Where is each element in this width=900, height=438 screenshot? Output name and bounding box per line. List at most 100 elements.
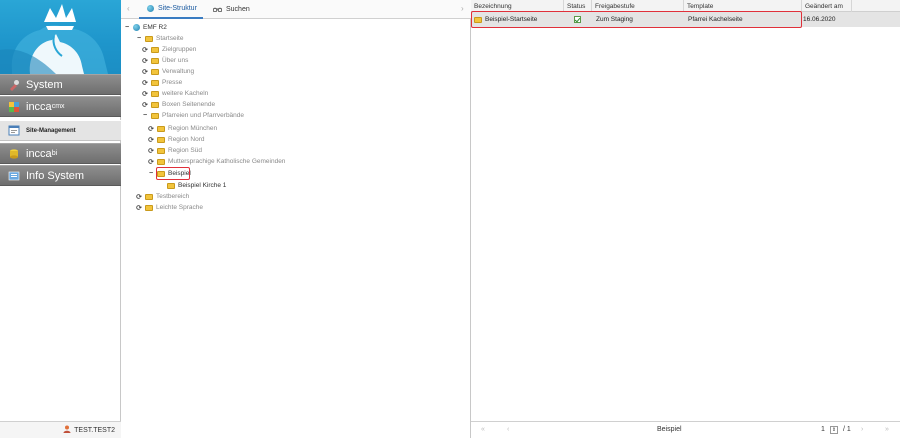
binoculars-icon [212,6,223,14]
pagination-bar: « ‹ Beispiel 1 ⇕ / 1 › » [471,421,900,438]
tree-node-label: Zielgruppen [162,46,197,53]
refresh-icon[interactable]: ⟳ [141,46,149,54]
user-bar[interactable]: TEST.TEST2 [0,421,121,438]
tree-node[interactable]: ⟳ Boxen Seitenende [141,99,215,110]
bi-icon [8,148,20,160]
refresh-icon[interactable]: ⟳ [141,90,149,98]
sidebar-item-label: Site-Management [26,127,76,134]
cell-geaendert: 16.06.2020 [803,16,836,23]
collapse-icon[interactable]: − [123,24,131,31]
refresh-icon[interactable]: ⟳ [141,101,149,109]
tree-node[interactable]: ⟳ Region München [147,123,217,134]
refresh-icon[interactable]: ⟳ [147,158,155,166]
tab-site-struktur[interactable]: Site-Struktur [139,0,203,19]
tree-node-label: Startseite [156,35,184,42]
page-number: 1 [821,426,825,433]
site-management-icon [8,125,20,137]
tree-node[interactable]: ⟳ Region Süd [147,145,202,156]
first-page-button[interactable]: « [481,426,485,433]
sidebar-item-incca-bi[interactable]: incca bi [0,143,121,164]
sidebar-item-system[interactable]: System [0,74,121,95]
page-total: / 1 [843,426,851,433]
logo [0,0,121,74]
tree-node[interactable]: Beispiel Kirche 1 [165,180,226,191]
grid-panel: Bezeichnung Status Freigabestufe Templat… [471,0,900,438]
tree-node-label: Über uns [162,57,189,64]
info-system-icon [8,170,20,182]
tree-node-label: Boxen Seitenende [162,101,216,108]
globe-icon [147,5,154,12]
tree-node[interactable]: ⟳ Über uns [141,55,188,66]
tab-suchen[interactable]: Suchen [207,0,256,19]
refresh-icon[interactable]: ⟳ [147,125,155,133]
last-page-button[interactable]: » [885,426,889,433]
tree-node-label: Region München [168,125,218,132]
tree-node-label: Verwaltung [162,68,195,75]
sidebar: System incca cmx Site-Management incca bi … [0,0,121,438]
tree-node-label: Presse [162,79,183,86]
collapse-icon[interactable]: − [135,35,143,42]
tab-bar: ‹ Site-Struktur Suchen › [121,0,471,19]
tree-node[interactable]: ⟳ Zielgruppen [141,44,196,55]
sidebar-item-info-system[interactable]: Info System [0,165,121,186]
selection-highlight [156,167,190,180]
folder-icon [145,193,153,200]
tree-node[interactable]: ⟳ Verwaltung [141,66,194,77]
sidebar-item-label: System [26,78,63,91]
tree-node[interactable]: ⟳ Presse [141,77,182,88]
tree-node[interactable]: ⟳ Testbereich [135,191,189,202]
tree-node-label: Testbereich [156,193,190,200]
folder-icon [145,204,153,211]
sidebar-item-sup: cmx [51,102,65,110]
next-page-button[interactable]: › [861,426,863,433]
collapse-icon[interactable]: − [141,112,149,119]
tree-node-label: Pfarreien und Pfarrverbände [162,112,245,119]
globe-icon [133,24,140,31]
cmx-icon [8,101,20,113]
folder-icon [157,147,165,154]
tree-node[interactable]: − Startseite [135,33,184,44]
folder-icon [157,136,165,143]
refresh-icon[interactable]: ⟳ [135,204,143,212]
crowned-head-logo-icon [0,4,108,74]
refresh-icon[interactable]: ⟳ [147,147,155,155]
tab-scroll-right-icon[interactable]: › [461,4,464,13]
sidebar-item-label: incca [26,147,52,160]
tree-node-root[interactable]: − EMF R2 [123,22,167,33]
sidebar-item-site-management[interactable]: Site-Management [0,120,121,141]
refresh-icon[interactable]: ⟳ [141,57,149,65]
folder-icon [151,46,159,53]
page-stepper-icon[interactable]: ⇕ [830,426,838,434]
refresh-icon[interactable]: ⟳ [141,68,149,76]
tree-node-label: weitere Kacheln [162,90,209,97]
row-highlight [471,11,802,28]
footer-title: Beispiel [657,426,682,433]
system-icon [8,79,20,91]
prev-page-button[interactable]: ‹ [507,426,509,433]
column-header-geaendert[interactable]: Geändert am [802,0,852,12]
tree-node[interactable]: − Pfarreien und Pfarrverbände [141,110,244,121]
tree-node-label: EMF R2 [143,24,167,31]
folder-icon [151,68,159,75]
page-icon [167,182,175,189]
sidebar-item-incca-cmx[interactable]: incca cmx [0,96,121,117]
folder-icon [151,79,159,86]
collapse-icon[interactable]: − [147,170,155,177]
folder-icon [151,101,159,108]
refresh-icon[interactable]: ⟳ [147,136,155,144]
tab-label: Suchen [226,6,250,13]
folder-icon [151,112,159,119]
tab-label: Site-Struktur [158,5,197,12]
folder-icon [157,158,165,165]
tree-node-label: Region Süd [168,147,202,154]
tree-node-label: Muttersprachige Katholische Gemeinden [168,158,286,165]
refresh-icon[interactable]: ⟳ [141,79,149,87]
tree-node[interactable]: ⟳ weitere Kacheln [141,88,208,99]
tree-node[interactable]: ⟳ Leichte Sprache [135,202,203,213]
tree-node[interactable]: ⟳ Region Nord [147,134,204,145]
refresh-icon[interactable]: ⟳ [135,193,143,201]
tree-panel: ‹ Site-Struktur Suchen › − EMF R2 − Starts… [121,0,471,438]
tab-scroll-left-icon[interactable]: ‹ [127,4,130,13]
sidebar-item-sup: bi [51,149,58,157]
tree-node[interactable]: ⟳ Muttersprachige Katholische Gemeinden [147,156,285,167]
